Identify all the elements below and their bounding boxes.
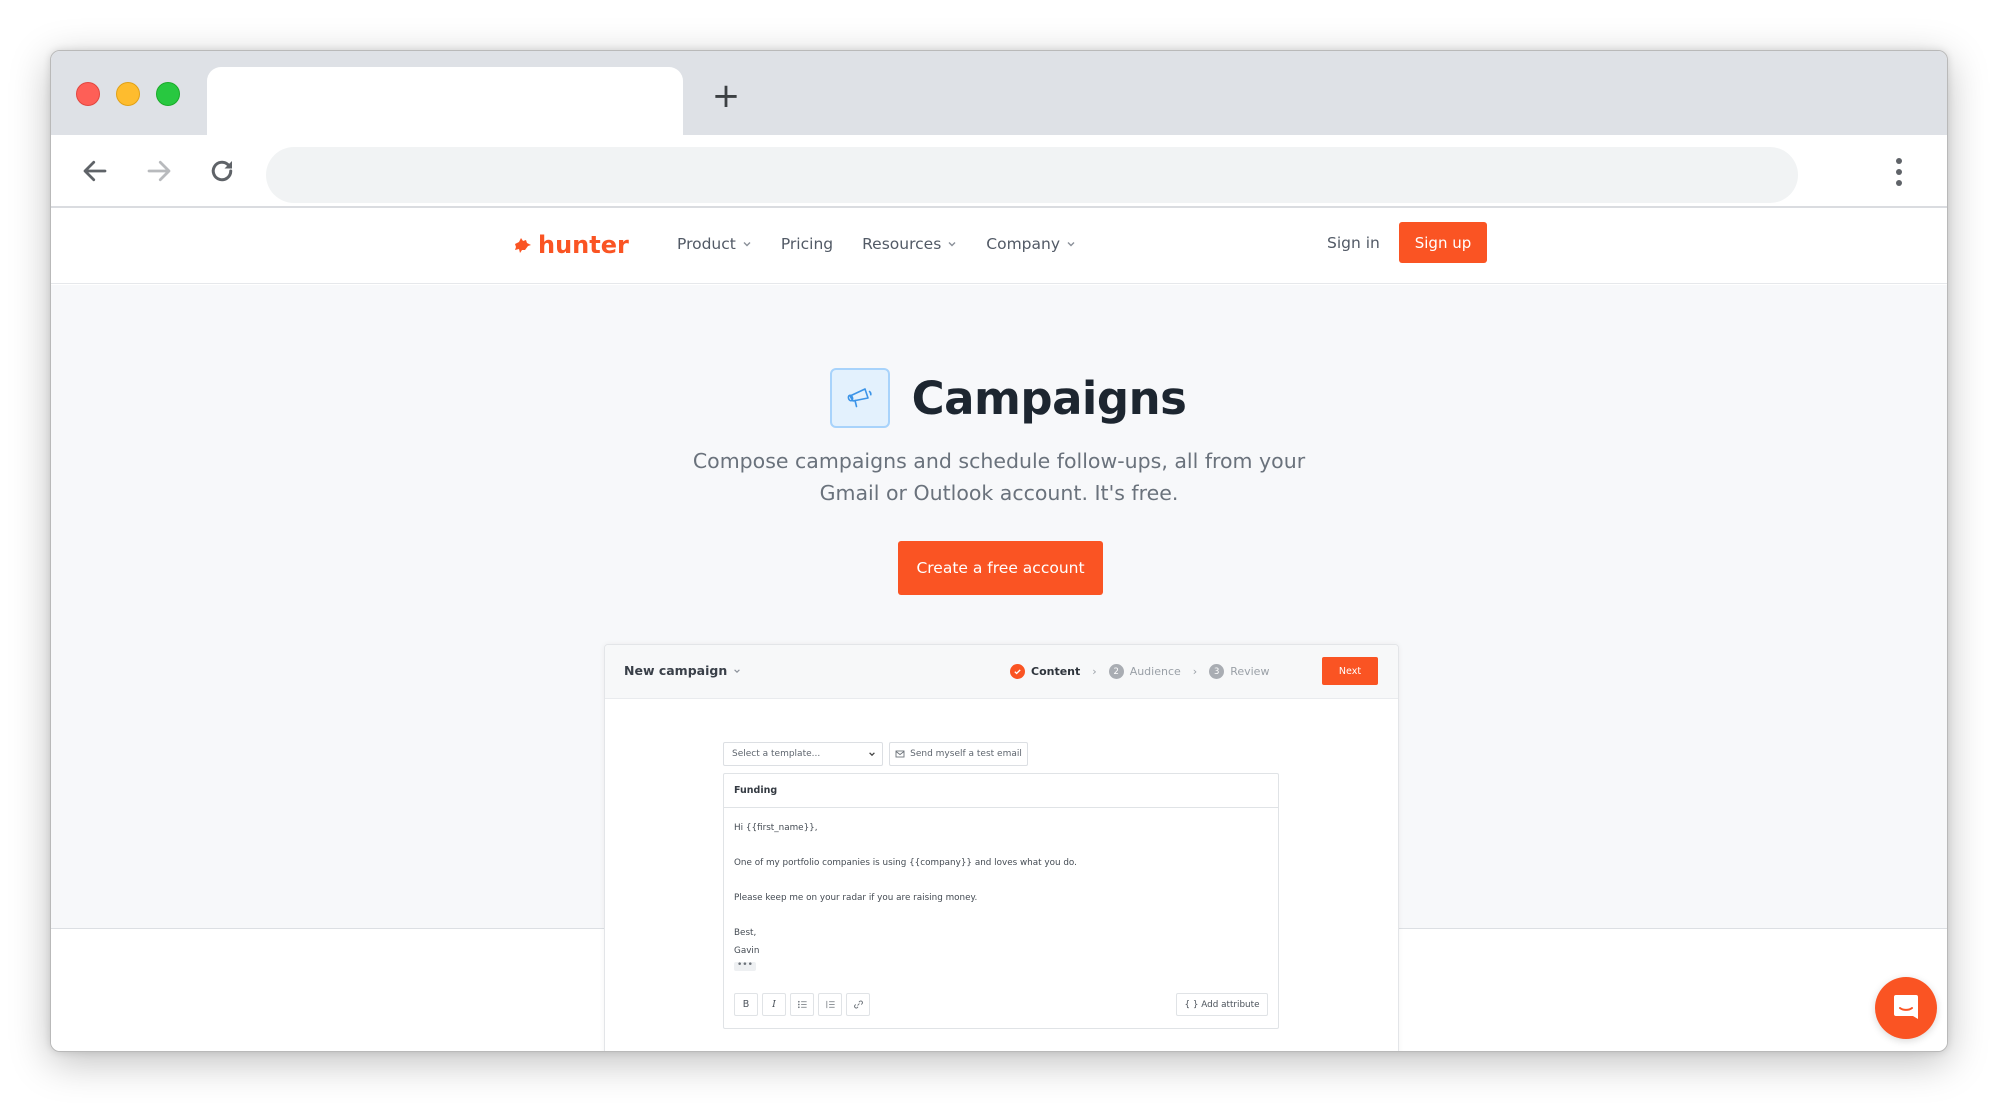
arrow-left-icon	[83, 160, 107, 182]
step-content[interactable]: Content	[1031, 665, 1080, 678]
chevron-down-icon	[734, 668, 741, 673]
email-editor[interactable]: Funding Hi {{first_name}}, One of my por…	[723, 773, 1279, 1029]
tab-bar: +	[51, 51, 1947, 135]
format-toolbar: B I	[734, 993, 870, 1016]
bullet-list-icon	[797, 1000, 807, 1009]
megaphone-icon	[847, 388, 872, 408]
sign-in-link[interactable]: Sign in	[1327, 234, 1380, 252]
next-button[interactable]: Next	[1322, 657, 1378, 685]
minimize-window-button[interactable]	[116, 82, 140, 106]
maximize-window-button[interactable]	[156, 82, 180, 106]
chevron-right-icon: ›	[1192, 665, 1198, 678]
chevron-down-icon	[869, 752, 875, 757]
campaign-steps: Content › 2 Audience › 3 Review	[1010, 664, 1269, 679]
site-navigation: hunter Product Pricing Resources Company	[51, 209, 1947, 284]
browser-window: + hunter Product Pricing Resources Compa…	[50, 50, 1948, 1052]
forward-button[interactable]	[141, 153, 177, 189]
step-number: 3	[1209, 664, 1225, 679]
numbered-list-button[interactable]	[818, 993, 842, 1016]
reload-button[interactable]	[204, 153, 240, 189]
link-button[interactable]	[846, 993, 870, 1016]
show-trimmed-button[interactable]: •••	[734, 961, 756, 971]
email-body[interactable]: Hi {{first_name}}, One of my portfolio c…	[724, 808, 1278, 971]
italic-button[interactable]: I	[762, 993, 786, 1016]
arrow-right-icon	[147, 160, 171, 182]
add-attribute-button[interactable]: { } Add attribute	[1176, 993, 1268, 1016]
bold-button[interactable]: B	[734, 993, 758, 1016]
chevron-down-icon	[948, 242, 956, 247]
menu-resources[interactable]: Resources	[862, 235, 957, 253]
menu-pricing[interactable]: Pricing	[781, 235, 833, 253]
chat-launcher-button[interactable]	[1875, 977, 1937, 1039]
browser-toolbar	[51, 135, 1947, 208]
back-button[interactable]	[77, 153, 113, 189]
chevron-down-icon	[743, 242, 751, 247]
campaign-header: New campaign Content › 2 Audience › 3 Re…	[605, 645, 1398, 699]
link-icon	[853, 1000, 863, 1009]
send-test-email-button[interactable]: Send myself a test email	[889, 742, 1028, 766]
template-select[interactable]: Select a template...	[723, 742, 883, 766]
chevron-right-icon: ›	[1092, 665, 1097, 678]
envelope-icon	[895, 750, 905, 758]
campaign-title[interactable]: New campaign	[624, 663, 741, 678]
step-number: 2	[1108, 664, 1124, 679]
hero-subtitle: Compose campaigns and schedule follow-up…	[692, 449, 1306, 505]
main-menu: Product Pricing Resources Company	[677, 235, 1105, 253]
page-title: Campaigns	[911, 371, 1187, 425]
step-audience[interactable]: Audience	[1130, 665, 1181, 678]
sign-up-button[interactable]: Sign up	[1399, 222, 1487, 263]
fox-logo-icon	[515, 238, 531, 253]
numbered-list-icon	[825, 1000, 835, 1009]
brand-name: hunter	[538, 231, 629, 259]
web-page: hunter Product Pricing Resources Company	[51, 209, 1947, 1051]
reload-icon	[211, 160, 233, 182]
browser-menu-button[interactable]	[1889, 155, 1909, 189]
check-icon	[1010, 664, 1025, 679]
close-window-button[interactable]	[76, 82, 100, 106]
subject-field[interactable]: Funding	[724, 774, 1278, 808]
chevron-down-icon	[1067, 242, 1075, 247]
menu-product[interactable]: Product	[677, 235, 752, 253]
create-account-button[interactable]: Create a free account	[898, 541, 1103, 595]
hunter-logo[interactable]: hunter	[513, 231, 629, 259]
campaign-preview: New campaign Content › 2 Audience › 3 Re…	[604, 644, 1399, 1051]
bullet-list-button[interactable]	[790, 993, 814, 1016]
menu-company[interactable]: Company	[986, 235, 1076, 253]
hero-icon-box	[829, 368, 890, 428]
step-review[interactable]: Review	[1230, 665, 1269, 678]
chat-icon	[1894, 995, 1918, 1019]
browser-tab[interactable]	[207, 67, 683, 135]
kebab-menu-icon	[1896, 158, 1902, 164]
hero-heading: Campaigns	[51, 368, 1947, 428]
address-bar[interactable]	[266, 147, 1798, 203]
new-tab-button[interactable]: +	[711, 79, 741, 113]
